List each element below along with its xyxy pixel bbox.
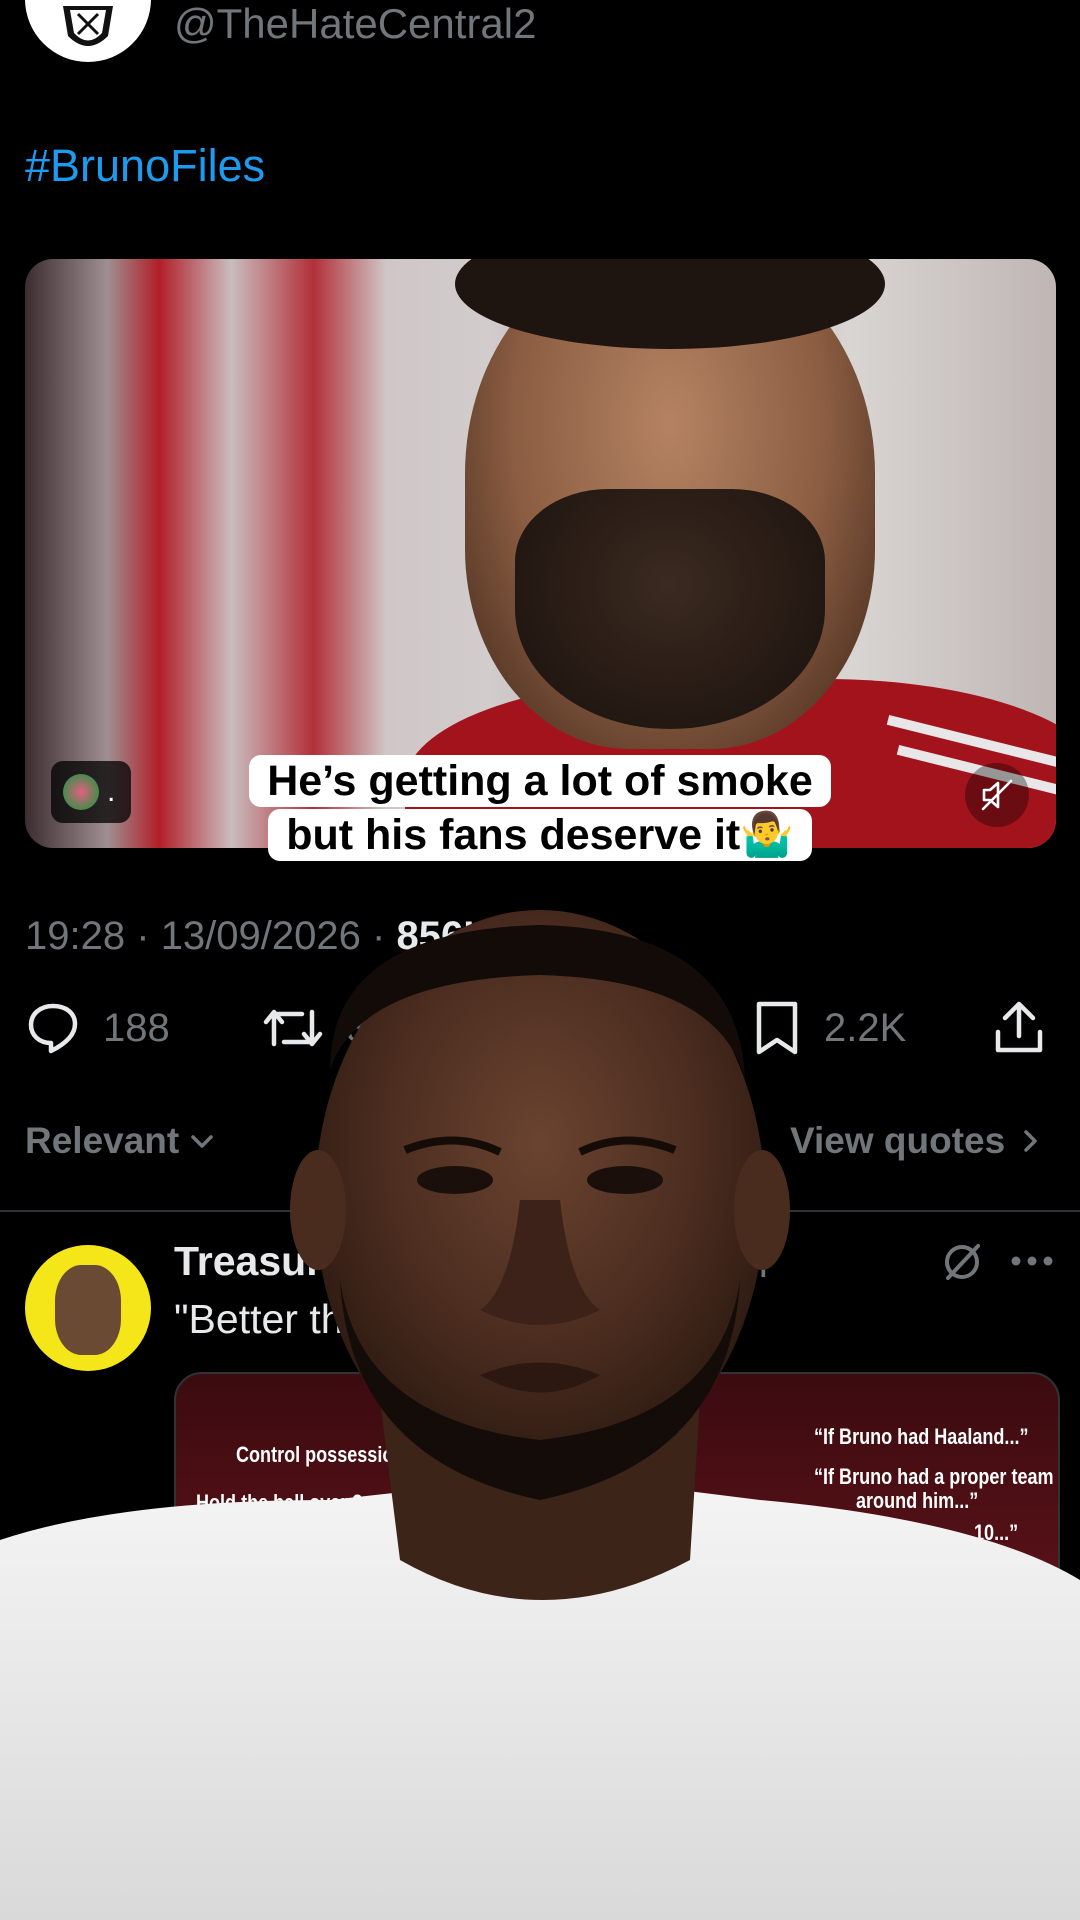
chevron-down-icon <box>191 1135 213 1148</box>
sort-dropdown[interactable]: Relevant <box>25 1120 217 1162</box>
hashtag-link[interactable]: #BrunoFiles <box>25 140 265 192</box>
reply-image[interactable]: Control possession Hold the ball over 3 … <box>174 1372 1060 1920</box>
video-subject-beard <box>515 489 825 729</box>
grok-button[interactable] <box>940 1240 984 1289</box>
reply-author-name[interactable]: Treasur <box>174 1238 322 1285</box>
post-time: 19:28 <box>25 914 126 958</box>
image-text-line: 10...” <box>974 1520 1019 1545</box>
image-text-line: around him...” <box>856 1488 979 1513</box>
bookmark-icon <box>756 1001 798 1055</box>
reply-count: 188 <box>103 1005 170 1050</box>
club-crest-icon <box>63 6 113 46</box>
share-icon <box>995 1001 1043 1053</box>
image-text-line: “If Bruno had a proper team <box>814 1464 1054 1489</box>
more-dots-icon <box>1011 1256 1053 1266</box>
repost-count: 3 <box>346 1005 369 1050</box>
views-count: 856K <box>396 914 493 958</box>
sort-label: Relevant <box>25 1120 180 1161</box>
reply-avatar[interactable] <box>25 1245 151 1371</box>
creator-eye <box>417 1166 493 1194</box>
image-text-line: Hold the ball over 3 sec <box>196 1490 398 1515</box>
creator-nose <box>480 1200 600 1325</box>
views-label: Views <box>503 914 610 958</box>
chevron-right-icon <box>1024 1130 1037 1152</box>
grok-icon <box>945 1244 980 1280</box>
repost-icon <box>263 1009 323 1047</box>
caption-line-2: but his fans deserve it🤷‍♂️ <box>268 809 812 861</box>
bookmark-button[interactable]: 2.2K <box>752 1000 906 1056</box>
divider <box>0 1210 1080 1212</box>
reply-button[interactable]: 188 <box>25 1000 170 1056</box>
more-button[interactable] <box>1010 1254 1054 1273</box>
view-quotes-label: View quotes <box>790 1120 1006 1161</box>
repost-button[interactable]: 3 <box>262 1000 368 1056</box>
view-quotes-link[interactable]: View quotes <box>790 1120 1045 1162</box>
avatar-figure <box>55 1265 121 1355</box>
creator-eye <box>587 1166 663 1194</box>
reply-time: h <box>745 1240 768 1286</box>
reply-text: "Better th <box>174 1296 344 1342</box>
author-handle[interactable]: @TheHateCentral2 <box>174 0 536 48</box>
image-text-line: Control possession <box>236 1442 405 1467</box>
caption-line-1: He’s getting a lot of smoke <box>249 755 831 807</box>
post-meta: 19:28 · 13/09/2026 · 856K Views <box>25 914 610 958</box>
post-date: 13/09/2026 <box>160 914 361 958</box>
screen: @TheHateCentral2 #BrunoFiles . He’s gett… <box>0 0 1080 1920</box>
profile-avatar[interactable] <box>25 0 151 62</box>
reply-bubble-icon <box>28 1003 78 1054</box>
bookmark-count: 2.2K <box>824 1005 907 1050</box>
video-caption: He’s getting a lot of smoke but his fans… <box>0 754 1080 862</box>
share-button[interactable] <box>993 1000 1045 1056</box>
image-text-line: “If Bruno had Haaland...” <box>814 1424 1029 1449</box>
action-bar: 188 3 2.2K <box>0 1000 1080 1066</box>
